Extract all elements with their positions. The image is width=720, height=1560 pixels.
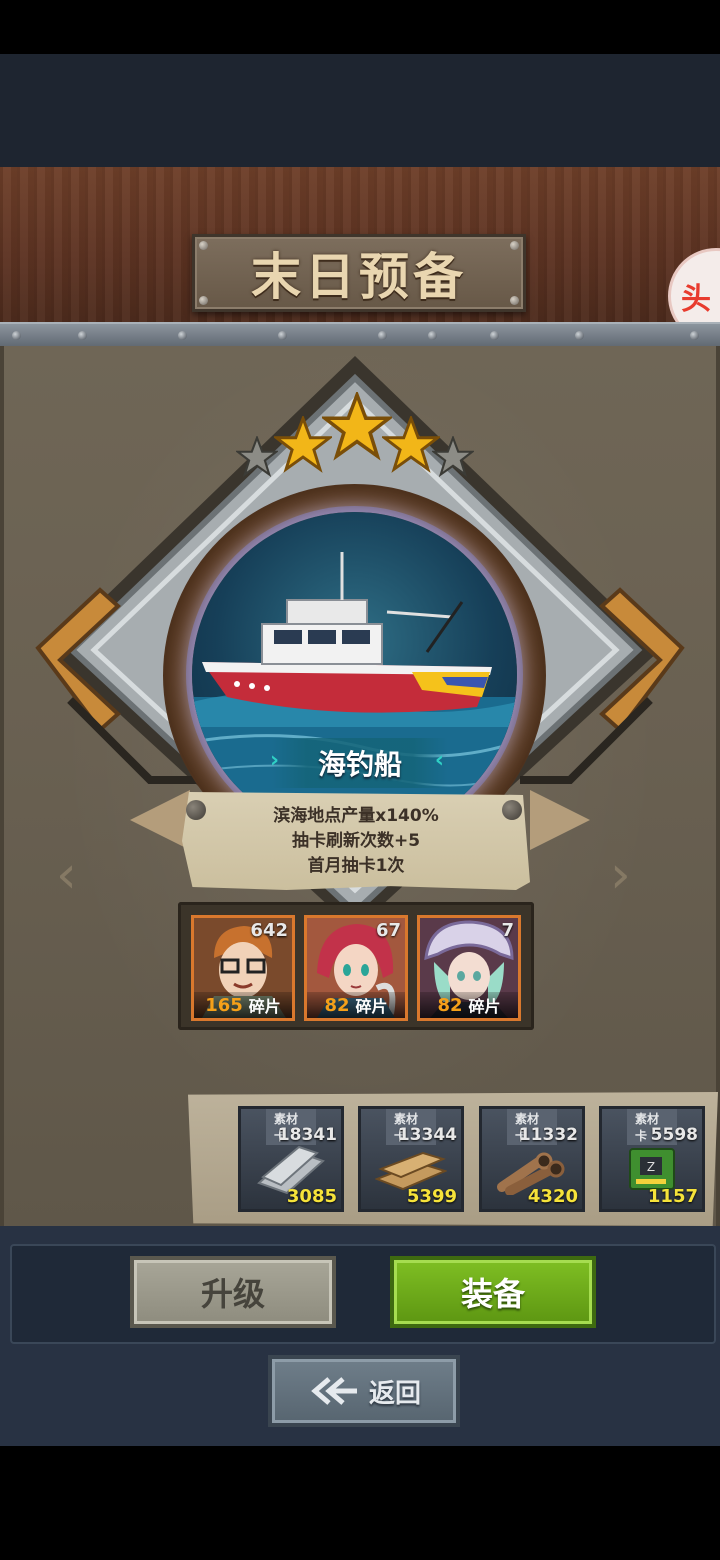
screw-icon <box>510 296 519 305</box>
double-arrow-left-icon <box>311 1377 357 1405</box>
title-plate: 末日预备 <box>192 234 526 312</box>
material-card[interactable]: 素材卡 11332 4320 <box>479 1106 585 1212</box>
rivet-icon <box>12 331 21 340</box>
rivet-icon <box>78 331 87 340</box>
screw-icon <box>502 800 522 820</box>
material-card[interactable]: 素材卡 18341 3085 <box>238 1106 344 1212</box>
rivet-icon <box>575 331 584 340</box>
shard-label: 碎片 <box>248 997 281 1016</box>
material-card[interactable]: 素材卡 13344 5399 <box>358 1106 464 1212</box>
top-backdrop <box>0 54 720 167</box>
shard-info: 165 碎片 <box>194 992 292 1018</box>
item-image[interactable] <box>192 512 517 837</box>
effect-line: 滨海地点产量x140% <box>273 805 439 826</box>
material-required: 4320 <box>527 1186 578 1207</box>
next-item-arrow[interactable]: › <box>610 848 650 902</box>
chevron-right-icon: › <box>270 748 280 773</box>
back-label: 返回 <box>368 1378 421 1409</box>
shard-info: 82 碎片 <box>307 992 405 1018</box>
star-empty-icon <box>432 436 474 478</box>
star-empty-icon <box>236 436 278 478</box>
effect-line: 首月抽卡1次 <box>307 855 405 876</box>
page-title: 末日预备 <box>251 248 467 306</box>
material-required: 5399 <box>406 1186 457 1207</box>
rivet-icon <box>178 331 187 340</box>
action-bar <box>10 1244 716 1344</box>
shard-count: 82 <box>324 994 350 1016</box>
item-name: 海钓船 <box>317 748 402 781</box>
chevron-left-icon: ‹ <box>434 748 444 773</box>
screw-icon <box>510 241 519 250</box>
screw-icon <box>199 241 208 250</box>
character-card[interactable]: 7 82 碎片 <box>417 915 521 1021</box>
character-count: 7 <box>501 920 514 941</box>
svg-text:Z: Z <box>647 1160 655 1174</box>
star-rating <box>236 392 476 484</box>
character-card[interactable]: 642 165 碎片 <box>191 915 295 1021</box>
rivet-icon <box>690 331 699 340</box>
shard-count: 82 <box>437 994 463 1016</box>
screw-icon <box>186 800 206 820</box>
equip-button[interactable]: 装备 <box>390 1256 596 1328</box>
fishing-boat-icon <box>192 552 517 837</box>
shard-label: 碎片 <box>355 997 388 1016</box>
material-required: 1157 <box>647 1186 698 1207</box>
material-owned: 5598 <box>650 1125 698 1145</box>
effect-description: 滨海地点产量x140% 抽卡刷新次数+5 首月抽卡1次 <box>182 792 530 890</box>
character-count: 642 <box>250 920 288 941</box>
nav-bar-area <box>0 1446 720 1560</box>
material-card[interactable]: 素材卡 5598 Z 1157 <box>599 1106 705 1212</box>
material-required: 3085 <box>286 1186 337 1207</box>
screw-icon <box>199 296 208 305</box>
shard-info: 82 碎片 <box>420 992 518 1018</box>
material-owned: 18341 <box>277 1125 337 1145</box>
back-button[interactable]: 返回 <box>268 1355 460 1427</box>
effect-line: 抽卡刷新次数+5 <box>291 830 421 851</box>
rivet-icon <box>428 331 437 340</box>
material-owned: 11332 <box>518 1125 578 1145</box>
item-name-plate: › 海钓船 ‹ <box>270 738 448 788</box>
shard-count: 165 <box>205 994 243 1016</box>
status-bar <box>0 0 720 54</box>
character-count: 67 <box>375 920 401 941</box>
upgrade-button[interactable]: 升级 <box>130 1256 336 1328</box>
rivet-icon <box>378 331 387 340</box>
rivet-icon <box>490 331 499 340</box>
material-owned: 13344 <box>397 1125 457 1145</box>
character-card[interactable]: 67 82 碎片 <box>304 915 408 1021</box>
corner-badge-label: 头 <box>681 282 711 317</box>
game-screen: 末日预备 头 › 海钓船 ‹ ‹ › 滨海地点产量x140% 抽卡刷新次数+5 … <box>0 0 720 1560</box>
rivet-icon <box>278 331 287 340</box>
shard-label: 碎片 <box>468 997 501 1016</box>
prev-item-arrow[interactable]: ‹ <box>56 848 96 902</box>
